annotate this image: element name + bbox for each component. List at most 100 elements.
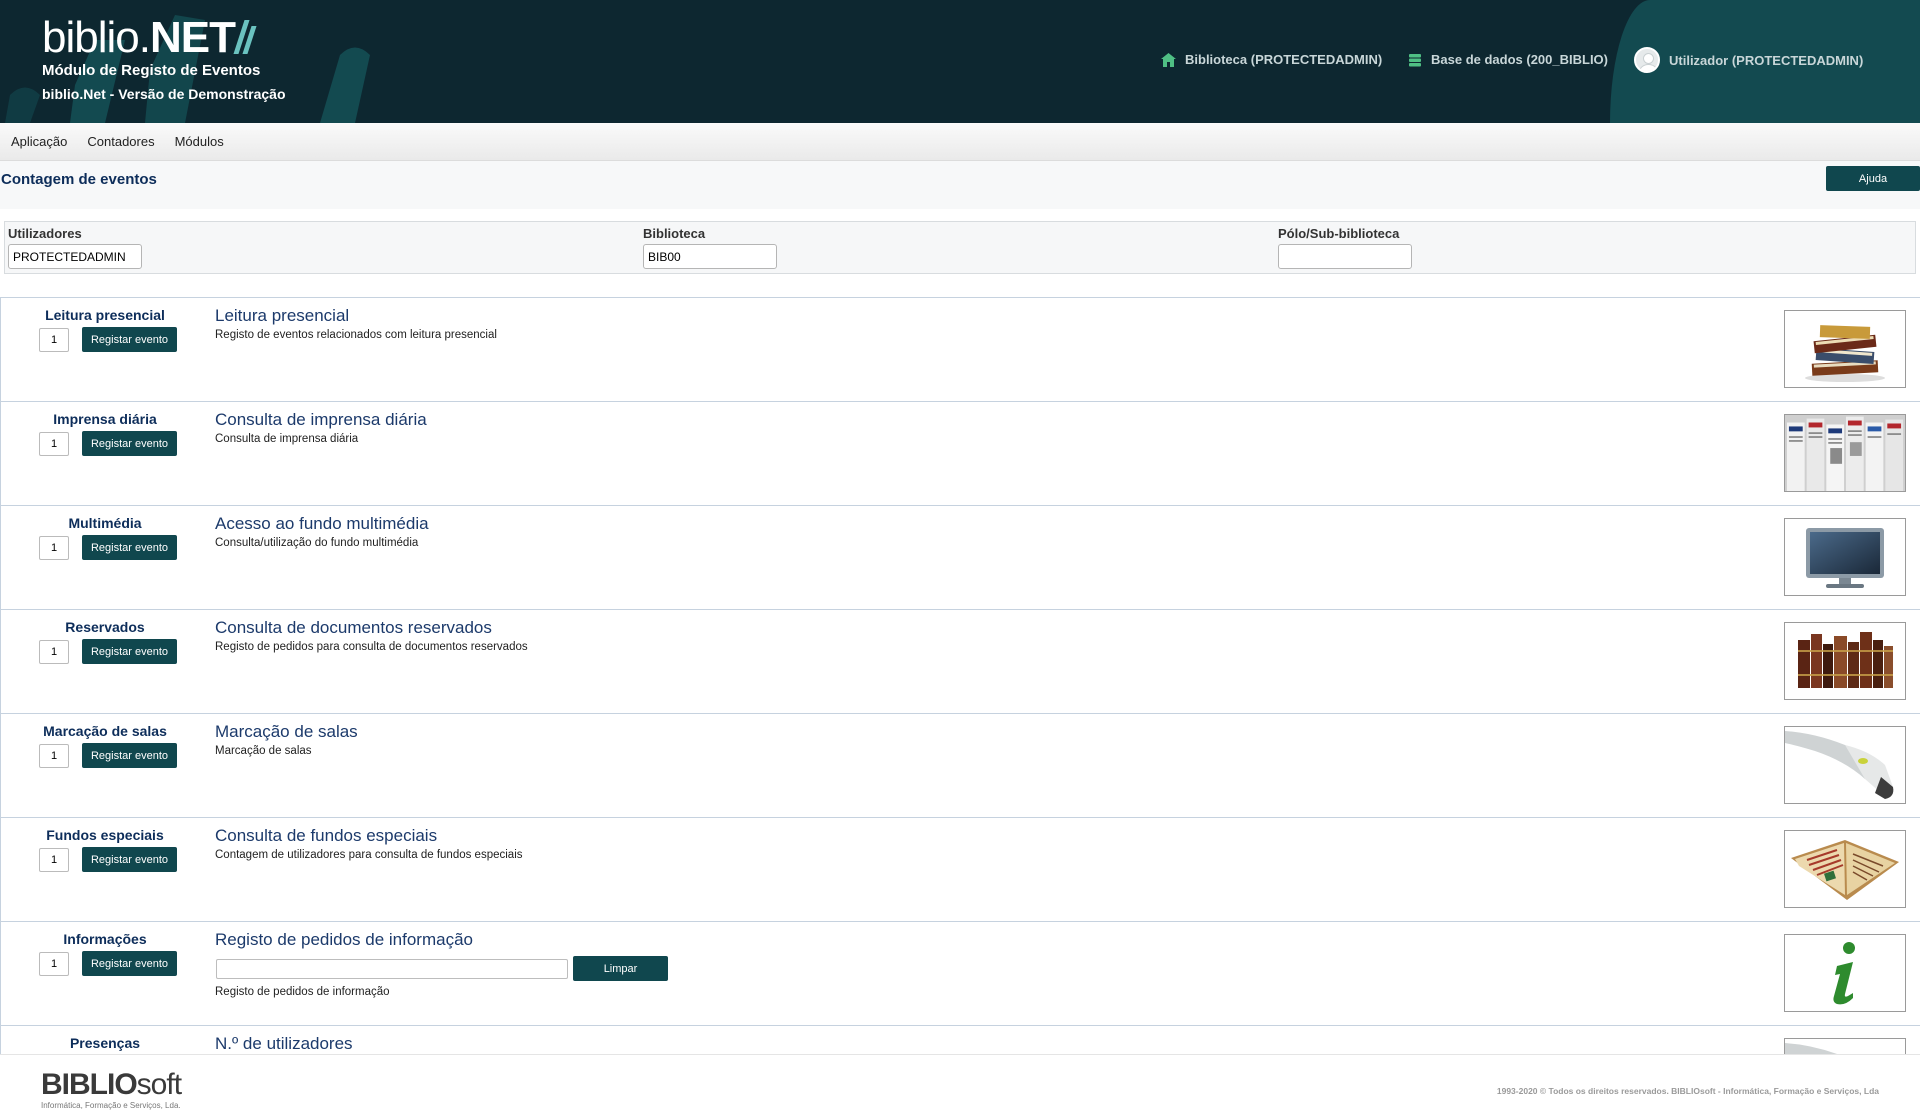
event-description: Consulta/utilização do fundo multimédia — [215, 537, 419, 549]
menu-item-modulos[interactable]: Módulos — [175, 134, 224, 149]
branch-filter-label: Pólo/Sub-biblioteca — [1278, 226, 1400, 241]
newspapers-icon — [1784, 414, 1906, 492]
register-event-button[interactable]: Registar evento — [82, 327, 177, 352]
library-filter-label: Biblioteca — [643, 226, 706, 241]
event-name: Consulta de documentos reservados — [215, 618, 492, 637]
event-details: Registo de pedidos de informação Limpar … — [215, 930, 668, 998]
event-name: Consulta de fundos especiais — [215, 826, 438, 845]
page-title: Contagem de eventos — [1, 171, 157, 188]
event-title: Marcação de salas — [43, 723, 167, 739]
event-description: Registo de pedidos de informação — [215, 986, 390, 998]
tv-monitor-icon — [1784, 518, 1906, 596]
old-books-icon — [1784, 622, 1906, 700]
event-name: N.º de utilizadores — [215, 1034, 353, 1053]
user-label: Utilizador (PROTECTEDADMIN) — [1669, 52, 1864, 68]
event-details: Marcação de salas Marcação de salas — [215, 722, 358, 757]
event-description: Consulta de imprensa diária — [215, 433, 359, 445]
event-row-reservados: Reservados Registar evento Consulta de d… — [1, 610, 1920, 714]
main-menu: Aplicação Contadores Módulos — [0, 123, 1920, 161]
event-details: Leitura presencial Registo de eventos re… — [215, 306, 497, 341]
quantity-input[interactable] — [39, 327, 69, 352]
event-counter: Informações Registar evento — [1, 931, 209, 976]
event-description: Registo de pedidos para consulta de docu… — [215, 641, 528, 653]
register-event-button[interactable]: Registar evento — [82, 847, 177, 872]
event-details: Consulta de imprensa diária Consulta de … — [215, 410, 427, 445]
page-title-bar: Contagem de eventos Ajuda — [0, 161, 1920, 209]
quantity-input[interactable] — [39, 951, 69, 976]
event-counter: Presenças — [1, 1035, 209, 1054]
users-input[interactable] — [8, 244, 142, 269]
event-name: Acesso ao fundo multimédia — [215, 514, 429, 533]
clear-button[interactable]: Limpar — [573, 956, 668, 981]
event-row-multimedia: Multimédia Registar evento Acesso ao fun… — [1, 506, 1920, 610]
event-details: Consulta de fundos especiais Contagem de… — [215, 826, 523, 861]
filters-panel: Utilizadores Biblioteca Pólo/Sub-bibliot… — [4, 221, 1916, 274]
event-title: Presenças — [69, 1035, 141, 1051]
barcode-scanner-icon — [1784, 1038, 1906, 1054]
event-name: Consulta de imprensa diária — [215, 410, 427, 429]
app-root: biblio.NET Módulo de Registo de Eventos … — [0, 0, 1920, 1119]
copyright-text: 1993-2020 © Todos os direitos reservados… — [1496, 1086, 1879, 1096]
register-event-button[interactable]: Registar evento — [82, 743, 177, 768]
quantity-input[interactable] — [39, 847, 69, 872]
quantity-input[interactable] — [39, 639, 69, 664]
module-subtitle: Módulo de Registo de Eventos — [42, 62, 261, 79]
users-filter-label: Utilizadores — [8, 226, 82, 241]
event-counter: Leitura presencial Registar evento — [1, 307, 209, 352]
info-icon — [1784, 934, 1906, 1012]
information-request-input[interactable] — [216, 958, 568, 979]
home-icon — [1161, 52, 1176, 67]
event-title: Reservados — [65, 619, 145, 635]
event-counter: Marcação de salas Registar evento — [1, 723, 209, 768]
app-header: biblio.NET Módulo de Registo de Eventos … — [0, 0, 1920, 123]
event-list: Leitura presencial Registar evento Leitu… — [0, 297, 1920, 1054]
branch-filter: Pólo/Sub-biblioteca — [1278, 226, 1412, 269]
library-label: Biblioteca (PROTECTEDADMIN) — [1185, 52, 1383, 67]
library-input[interactable] — [643, 244, 777, 269]
version-label: biblio.Net - Versão de Demonstração — [42, 86, 286, 102]
barcode-scanner-icon — [1784, 726, 1906, 804]
event-counter: Reservados Registar evento — [1, 619, 209, 664]
register-event-button[interactable]: Registar evento — [82, 951, 177, 976]
register-event-button[interactable]: Registar evento — [82, 639, 177, 664]
database-icon — [1408, 53, 1422, 67]
app-logo: biblio.NET — [42, 14, 257, 62]
event-description: Registo de eventos relacionados com leit… — [215, 329, 497, 341]
event-title: Multimédia — [68, 515, 142, 531]
menu-item-aplicacao[interactable]: Aplicação — [11, 134, 67, 149]
register-event-button[interactable]: Registar evento — [82, 431, 177, 456]
library-info[interactable]: Biblioteca (PROTECTEDADMIN) — [1161, 52, 1382, 67]
menu-item-contadores[interactable]: Contadores — [87, 134, 154, 149]
database-label: Base de dados (200_BIBLIO) — [1431, 52, 1608, 67]
event-name: Registo de pedidos de informação — [215, 930, 473, 949]
library-filter: Biblioteca — [643, 226, 777, 269]
event-description: Contagem de utilizadores para consulta d… — [215, 849, 523, 861]
quantity-input[interactable] — [39, 431, 69, 456]
user-avatar-icon — [1634, 47, 1660, 73]
quantity-input[interactable] — [39, 743, 69, 768]
user-info[interactable]: Utilizador (PROTECTEDADMIN) — [1634, 47, 1863, 73]
footer-tagline: Informática, Formação e Serviços, Lda. — [41, 1101, 181, 1110]
manuscript-icon — [1784, 830, 1906, 908]
bibliosoft-logo: BIBLIOsoft Informática, Formação e Servi… — [41, 1068, 182, 1111]
help-button[interactable]: Ajuda — [1826, 166, 1920, 191]
event-title: Informações — [63, 931, 147, 947]
event-description: Marcação de salas — [215, 745, 312, 757]
event-row-marcacao-salas: Marcação de salas Registar evento Marcaç… — [1, 714, 1920, 818]
event-counter: Fundos especiais Registar evento — [1, 827, 209, 872]
branch-input[interactable] — [1278, 244, 1412, 269]
event-row-fundos-especiais: Fundos especiais Registar evento Consult… — [1, 818, 1920, 922]
event-row-leitura-presencial: Leitura presencial Registar evento Leitu… — [1, 298, 1920, 402]
event-details: Consulta de documentos reservados Regist… — [215, 618, 528, 653]
users-filter: Utilizadores — [8, 226, 142, 269]
event-details: Acesso ao fundo multimédia Consulta/util… — [215, 514, 429, 549]
event-name: Leitura presencial — [215, 306, 350, 325]
event-title: Fundos especiais — [46, 827, 164, 843]
event-title: Leitura presencial — [45, 307, 165, 323]
register-event-button[interactable]: Registar evento — [82, 535, 177, 560]
event-name: Marcação de salas — [215, 722, 358, 741]
database-info[interactable]: Base de dados (200_BIBLIO) — [1408, 52, 1608, 67]
event-counter: Multimédia Registar evento — [1, 515, 209, 560]
quantity-input[interactable] — [39, 535, 69, 560]
event-counter: Imprensa diária Registar evento — [1, 411, 209, 456]
